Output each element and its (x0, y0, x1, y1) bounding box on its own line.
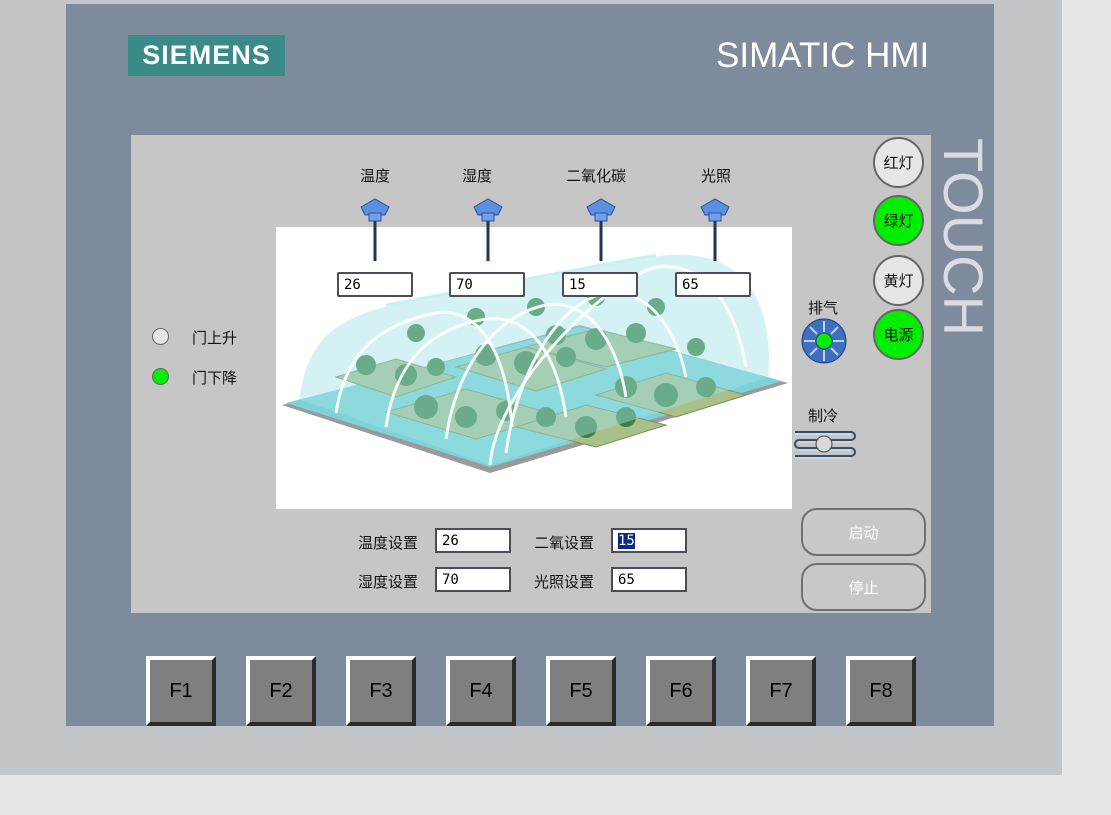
sensor-label-temperature: 温度 (359, 167, 390, 185)
siemens-logo: SIEMENS (128, 35, 285, 76)
exhaust-label: 排气 (808, 299, 839, 317)
temperature-sensor-icon (360, 198, 390, 261)
greenhouse-illustration (282, 251, 788, 473)
door-down-label: 门下降 (192, 369, 238, 387)
power-button[interactable]: 电源 (873, 309, 924, 360)
light-readout: 65 (675, 272, 751, 297)
greenhouse-scene (276, 227, 792, 509)
touch-vertical-label: TOUCH (934, 138, 994, 336)
exhaust-fan-icon (801, 318, 847, 364)
start-button[interactable]: 启动 (801, 508, 926, 556)
light-sensor-icon (700, 198, 730, 261)
light-setting-label: 光照设置 (534, 573, 595, 591)
f5-key[interactable]: F5 (546, 656, 616, 726)
cooling-label: 制冷 (808, 407, 839, 425)
humidity-setting-input[interactable]: 70 (435, 567, 511, 592)
f6-key[interactable]: F6 (646, 656, 716, 726)
f3-key[interactable]: F3 (346, 656, 416, 726)
light-setting-input[interactable]: 65 (611, 567, 687, 592)
temperature-readout: 26 (337, 272, 413, 297)
yellow-light-button[interactable]: 黄灯 (873, 255, 924, 306)
f4-key[interactable]: F4 (446, 656, 516, 726)
co2-sensor-icon (586, 198, 616, 261)
sensor-label-co2: 二氧化碳 (565, 167, 626, 185)
simatic-hmi-title: SIMATIC HMI (716, 36, 930, 75)
touch-text: TOUCH (934, 138, 994, 336)
sensor-label-light: 光照 (700, 167, 731, 185)
temperature-setting-input[interactable]: 26 (435, 528, 511, 553)
co2-setting-label: 二氧设置 (534, 534, 595, 552)
humidity-readout: 70 (449, 272, 525, 297)
f7-key[interactable]: F7 (746, 656, 816, 726)
co2-readout: 15 (562, 272, 638, 297)
co2-setting-input[interactable]: 15 (611, 528, 687, 553)
green-light-button[interactable]: 绿灯 (873, 195, 924, 246)
cooling-coil-icon (794, 431, 856, 459)
f2-key[interactable]: F2 (246, 656, 316, 726)
sensor-label-humidity: 湿度 (461, 167, 492, 185)
f8-key[interactable]: F8 (846, 656, 916, 726)
f1-key[interactable]: F1 (146, 656, 216, 726)
door-down-indicator (152, 368, 169, 385)
door-up-label: 门上升 (192, 329, 238, 347)
humidity-setting-label: 湿度设置 (358, 573, 419, 591)
door-up-indicator (152, 328, 169, 345)
co2-setting-selection: 15 (618, 533, 635, 549)
red-light-button[interactable]: 红灯 (873, 137, 924, 188)
humidity-sensor-icon (473, 198, 503, 261)
stop-button[interactable]: 停止 (801, 563, 926, 611)
temperature-setting-label: 温度设置 (358, 534, 419, 552)
